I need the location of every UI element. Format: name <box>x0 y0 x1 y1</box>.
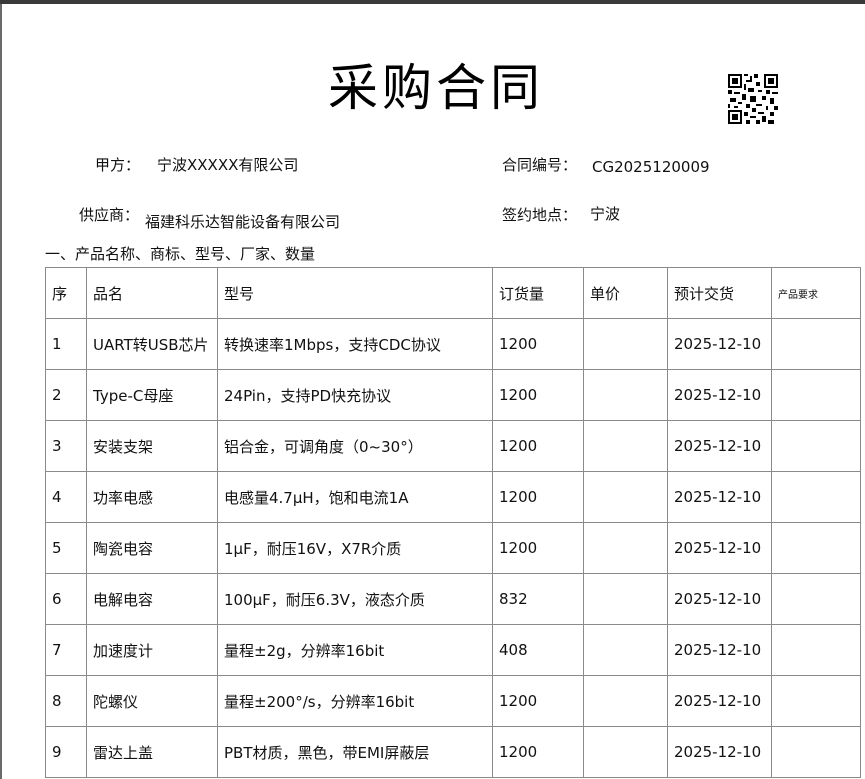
header-cell: 预计交货 <box>667 267 772 319</box>
header-cell: 订货量 <box>492 267 584 319</box>
table-cell: 2025-12-10 <box>667 318 772 370</box>
table-cell: 1200 <box>492 420 584 472</box>
table-cell: 1200 <box>492 675 584 727</box>
table-cell <box>771 420 861 472</box>
header-cell: 型号 <box>217 267 493 319</box>
table-cell: 功率电感 <box>86 471 218 523</box>
contract-no-value: CG2025120009 <box>592 158 710 176</box>
table-cell: 1200 <box>492 726 584 778</box>
table-cell: 7 <box>45 624 87 676</box>
table-cell <box>771 624 861 676</box>
document-title: 采购合同 <box>328 59 544 117</box>
table-cell <box>583 318 668 370</box>
table-row: 6 电解电容 100μF，耐压6.3V，液态介质 832 2025-12-10 <box>45 573 861 625</box>
table-cell: 100μF，耐压6.3V，液态介质 <box>217 573 493 625</box>
table-row: 3 安装支架 铝合金，可调角度（0~30°） 1200 2025-12-10 <box>45 420 861 472</box>
table-cell: 1200 <box>492 318 584 370</box>
table-cell: 408 <box>492 624 584 676</box>
table-cell: 量程±200°/s，分辨率16bit <box>217 675 493 727</box>
table-cell: 2025-12-10 <box>667 624 772 676</box>
table-cell: 量程±2g，分辨率16bit <box>217 624 493 676</box>
table-cell: 1200 <box>492 522 584 574</box>
table-cell: 安装支架 <box>86 420 218 472</box>
table-cell <box>771 573 861 625</box>
table-cell: 雷达上盖 <box>86 726 218 778</box>
table-cell: Type-C母座 <box>86 369 218 421</box>
table-cell: 9 <box>45 726 87 778</box>
supplier-value: 福建科乐达智能设备有限公司 <box>145 213 341 231</box>
table-cell: 转换速率1Mbps，支持CDC协议 <box>217 318 493 370</box>
table-cell <box>583 573 668 625</box>
party-a-value: 宁波XXXXX有限公司 <box>157 156 299 174</box>
table-cell: 陶瓷电容 <box>86 522 218 574</box>
sign-place-value: 宁波 <box>590 205 621 223</box>
table-cell <box>771 318 861 370</box>
table-cell: 5 <box>45 522 87 574</box>
table-cell: 832 <box>492 573 584 625</box>
table-header-row: 序 品名 型号 订货量 单价 预计交货 产品要求 <box>45 267 861 319</box>
table-cell: 加速度计 <box>86 624 218 676</box>
table-cell: 24Pin，支持PD快充协议 <box>217 369 493 421</box>
table-cell: 2025-12-10 <box>667 522 772 574</box>
table-cell: 2025-12-10 <box>667 726 772 778</box>
header-cell: 单价 <box>583 267 668 319</box>
table-cell: 1200 <box>492 471 584 523</box>
header-cell: 品名 <box>86 267 218 319</box>
table-cell: 2025-12-10 <box>667 675 772 727</box>
table-row: 2 Type-C母座 24Pin，支持PD快充协议 1200 2025-12-10 <box>45 369 861 421</box>
table-cell: 电感量4.7μH，饱和电流1A <box>217 471 493 523</box>
section-heading: 一、产品名称、商标、型号、厂家、数量 <box>45 245 316 263</box>
table-cell: 1 <box>45 318 87 370</box>
table-cell <box>583 420 668 472</box>
product-table: 序 品名 型号 订货量 单价 预计交货 产品要求 1 UART转USB芯片 转换速率… <box>45 267 861 778</box>
page-left-border <box>0 4 2 779</box>
table-cell <box>583 624 668 676</box>
table-cell: 2025-12-10 <box>667 471 772 523</box>
table-cell: 4 <box>45 471 87 523</box>
table-row: 8 陀螺仪 量程±200°/s，分辨率16bit 1200 2025-12-10 <box>45 675 861 727</box>
table-cell: 2025-12-10 <box>667 369 772 421</box>
table-cell <box>771 522 861 574</box>
party-a-label: 甲方： <box>95 156 141 174</box>
table-cell <box>583 726 668 778</box>
qr-code-icon <box>728 74 778 124</box>
table-cell: 8 <box>45 675 87 727</box>
table-row: 9 雷达上盖 PBT材质，黑色，带EMI屏蔽层 1200 2025-12-10 <box>45 726 861 778</box>
table-cell <box>583 471 668 523</box>
table-cell <box>583 675 668 727</box>
table-cell: 6 <box>45 573 87 625</box>
table-row: 5 陶瓷电容 1μF，耐压16V，X7R介质 1200 2025-12-10 <box>45 522 861 574</box>
table-cell: UART转USB芯片 <box>86 318 218 370</box>
table-cell <box>583 522 668 574</box>
table-row: 1 UART转USB芯片 转换速率1Mbps，支持CDC协议 1200 2025-12-… <box>45 318 861 370</box>
table-cell: PBT材质，黑色，带EMI屏蔽层 <box>217 726 493 778</box>
table-cell <box>583 369 668 421</box>
table-cell <box>771 471 861 523</box>
header-cell: 产品要求 <box>771 267 861 319</box>
table-row: 7 加速度计 量程±2g，分辨率16bit 408 2025-12-10 <box>45 624 861 676</box>
table-cell: 1μF，耐压16V，X7R介质 <box>217 522 493 574</box>
table-cell: 2025-12-10 <box>667 420 772 472</box>
contract-no-label: 合同编号： <box>502 156 578 174</box>
table-cell <box>771 675 861 727</box>
table-cell: 2025-12-10 <box>667 573 772 625</box>
table-cell: 电解电容 <box>86 573 218 625</box>
supplier-label: 供应商： <box>79 206 140 224</box>
header-cell: 序 <box>45 267 87 319</box>
table-cell: 铝合金，可调角度（0~30°） <box>217 420 493 472</box>
table-cell: 陀螺仪 <box>86 675 218 727</box>
table-cell: 3 <box>45 420 87 472</box>
window-top-border <box>0 0 865 4</box>
table-cell <box>771 726 861 778</box>
sign-place-label: 签约地点： <box>502 206 578 224</box>
table-row: 4 功率电感 电感量4.7μH，饱和电流1A 1200 2025-12-10 <box>45 471 861 523</box>
table-cell: 2 <box>45 369 87 421</box>
table-cell <box>771 369 861 421</box>
table-cell: 1200 <box>492 369 584 421</box>
